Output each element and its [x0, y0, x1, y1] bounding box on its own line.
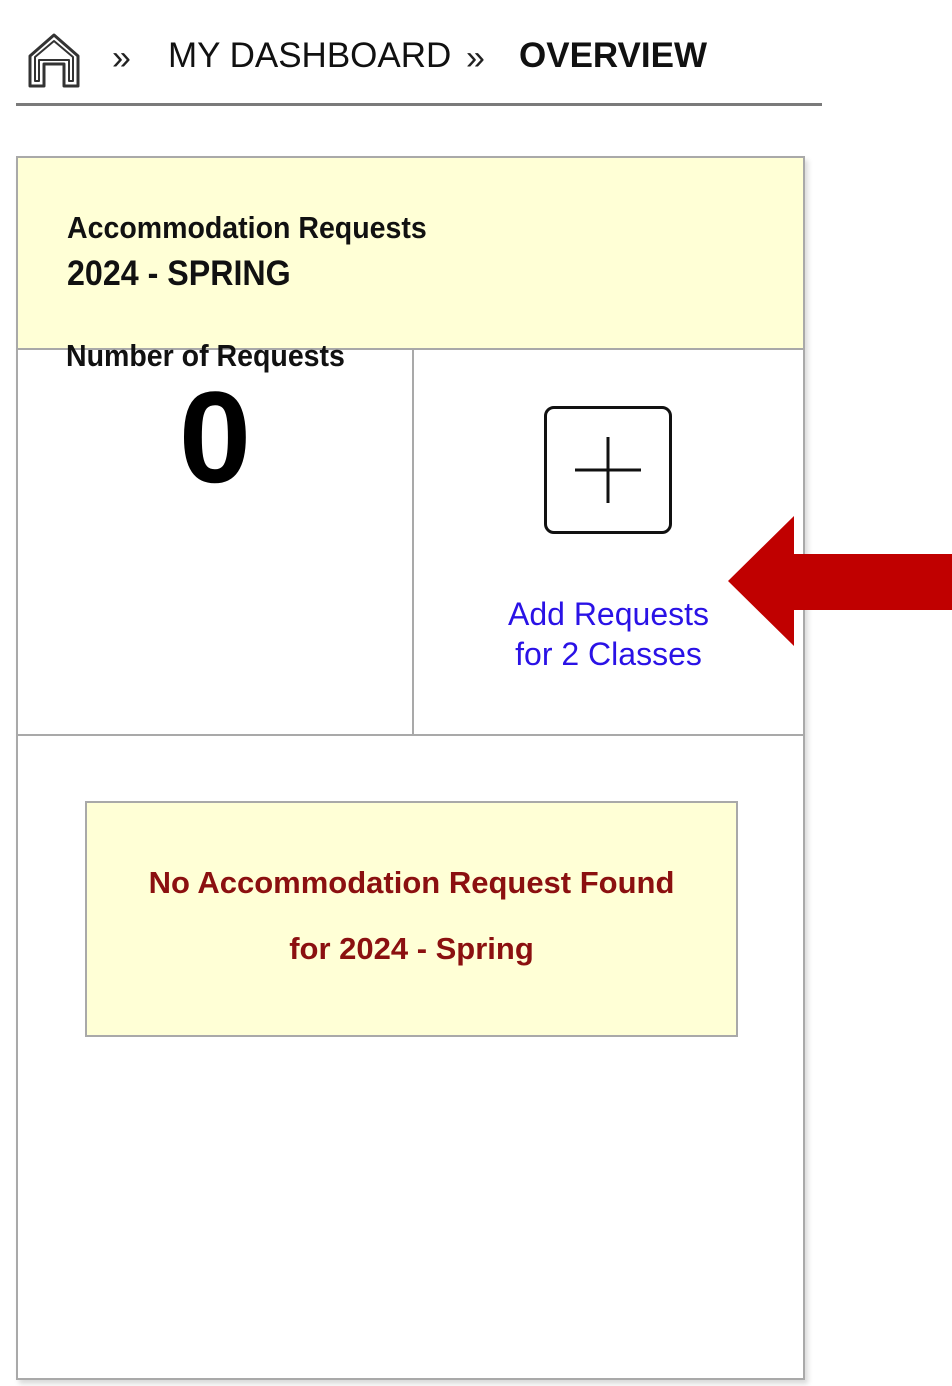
plus-icon — [575, 437, 641, 503]
breadcrumb-overview: OVERVIEW — [519, 36, 708, 75]
empty-state-message: No Accommodation Request Found — [148, 865, 675, 900]
card-term: 2024 - SPRING — [67, 254, 291, 293]
card-header: Accommodation Requests 2024 - SPRING — [18, 158, 803, 350]
home-icon[interactable] — [26, 30, 82, 90]
breadcrumb-separator: » — [112, 39, 131, 77]
breadcrumb-my-dashboard[interactable]: MY DASHBOARD — [168, 36, 451, 76]
requests-count-value: 0 — [178, 364, 252, 510]
add-requests-button[interactable] — [544, 406, 672, 534]
breadcrumb: » MY DASHBOARD » OVERVIEW — [16, 0, 822, 106]
breadcrumb-separator: » — [466, 39, 485, 77]
card-title: Accommodation Requests — [67, 210, 427, 245]
empty-state-term: for 2024 - Spring — [289, 931, 534, 966]
requests-count-panel: Number of Requests 0 — [18, 338, 414, 736]
arrow-left-icon — [728, 516, 952, 651]
empty-state-box: No Accommodation Request Found for 2024 … — [85, 801, 738, 1037]
accommodation-requests-card: Accommodation Requests 2024 - SPRING Num… — [16, 156, 805, 1380]
